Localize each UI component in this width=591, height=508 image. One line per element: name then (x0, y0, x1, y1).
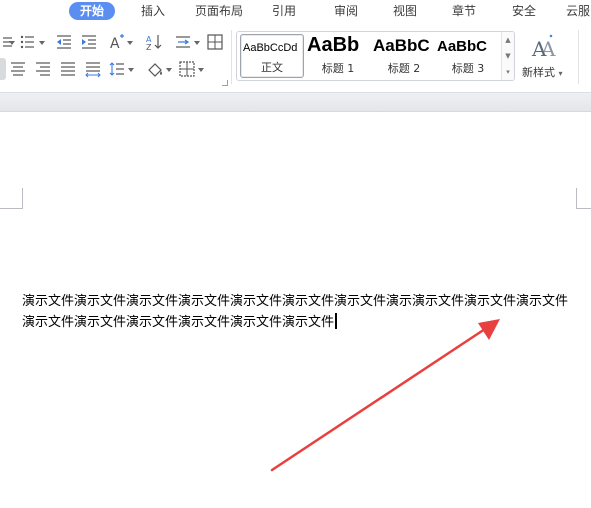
decrease-indent-icon[interactable] (55, 33, 73, 51)
style-sample: AaBbC (437, 38, 488, 55)
crop-mark (0, 208, 22, 209)
tab-view[interactable]: 视图 (393, 2, 417, 20)
align-right-icon[interactable] (34, 60, 52, 78)
ribbon-home: A AZ AaBbCcDd 正文 AaBb 标题 1 AaBbC 标题 2 Aa… (0, 22, 591, 92)
new-style-icon: A A (531, 34, 556, 60)
tab-review[interactable]: 审阅 (334, 2, 358, 20)
tab-security[interactable]: 安全 (512, 2, 536, 20)
style-label: 标题 2 (387, 62, 421, 75)
ribbon-bottom-bar (0, 92, 591, 112)
chevron-down-icon[interactable] (194, 41, 200, 45)
character-scale-icon[interactable]: A (108, 33, 126, 51)
borders-icon[interactable] (206, 33, 224, 51)
tab-cloud[interactable]: 云服 (566, 2, 590, 20)
bullet-list-icon[interactable] (19, 33, 37, 51)
crop-mark (576, 208, 591, 209)
justify-icon[interactable] (59, 60, 77, 78)
group-separator (578, 30, 579, 84)
svg-text:Z: Z (146, 43, 152, 51)
tab-section[interactable]: 章节 (452, 2, 476, 20)
gallery-scrollbar[interactable]: ▲ ▼ ▾ (501, 32, 514, 80)
chevron-down-icon[interactable] (9, 41, 15, 45)
styles-gallery: AaBbCcDd 正文 AaBb 标题 1 AaBbC 标题 2 AaBbC 标… (236, 31, 515, 81)
style-sample: AaBbCcDd (243, 42, 298, 54)
chevron-down-icon[interactable] (39, 41, 45, 45)
style-heading-3[interactable]: AaBbC 标题 3 (436, 34, 500, 78)
new-style-label: 新样式 ▾ (522, 66, 563, 79)
tab-insert[interactable]: 插入 (141, 2, 165, 20)
distributed-icon[interactable] (84, 60, 102, 78)
scroll-down-icon[interactable]: ▼ (502, 48, 514, 64)
crop-mark (576, 188, 577, 209)
style-sample: AaBbC (373, 36, 430, 55)
chevron-down-icon[interactable] (166, 68, 172, 72)
svg-text:A: A (540, 37, 556, 60)
chevron-down-icon[interactable] (127, 41, 133, 45)
style-normal[interactable]: AaBbCcDd 正文 (240, 34, 304, 78)
style-label: 正文 (261, 61, 283, 74)
svg-text:A: A (110, 36, 120, 51)
new-style-button[interactable]: A A 新样式 ▾ (520, 30, 570, 82)
style-heading-1[interactable]: AaBb 标题 1 (306, 34, 370, 78)
sort-icon[interactable]: AZ (145, 33, 163, 51)
chevron-down-icon[interactable] (198, 68, 204, 72)
crop-mark (22, 188, 23, 209)
tab-home[interactable]: 开始 (69, 2, 116, 20)
group-separator (231, 30, 232, 84)
document-page[interactable]: 演示文件演示文件演示文件演示文件演示文件演示文件演示文件演示演示文件演示文件演示… (0, 112, 591, 508)
style-heading-2[interactable]: AaBbC 标题 2 (372, 34, 436, 78)
text-cursor (335, 313, 338, 329)
paragraph-spacing-icon[interactable] (108, 60, 126, 78)
table-borders-icon[interactable] (178, 60, 196, 78)
scroll-up-icon[interactable]: ▲ (502, 32, 514, 48)
align-center-icon[interactable] (9, 60, 27, 78)
style-label: 标题 3 (451, 62, 485, 75)
increase-indent-icon[interactable] (80, 33, 98, 51)
style-sample: AaBb (307, 34, 360, 56)
align-left-button[interactable] (0, 58, 6, 80)
chevron-down-icon[interactable] (128, 68, 134, 72)
gallery-expand-icon[interactable]: ▾ (502, 64, 514, 80)
document-body-text[interactable]: 演示文件演示文件演示文件演示文件演示文件演示文件演示文件演示演示文件演示文件演示… (22, 291, 577, 333)
tab-references[interactable]: 引用 (272, 2, 296, 20)
shading-icon[interactable] (146, 60, 164, 78)
tab-page-layout[interactable]: 页面布局 (195, 2, 243, 20)
ribbon-tab-bar: 开始 插入 页面布局 引用 审阅 视图 章节 安全 云服 (0, 0, 591, 22)
line-spacing-icon[interactable] (174, 33, 192, 51)
paragraph-dialog-launcher[interactable] (222, 80, 228, 86)
style-label: 标题 1 (321, 62, 355, 75)
